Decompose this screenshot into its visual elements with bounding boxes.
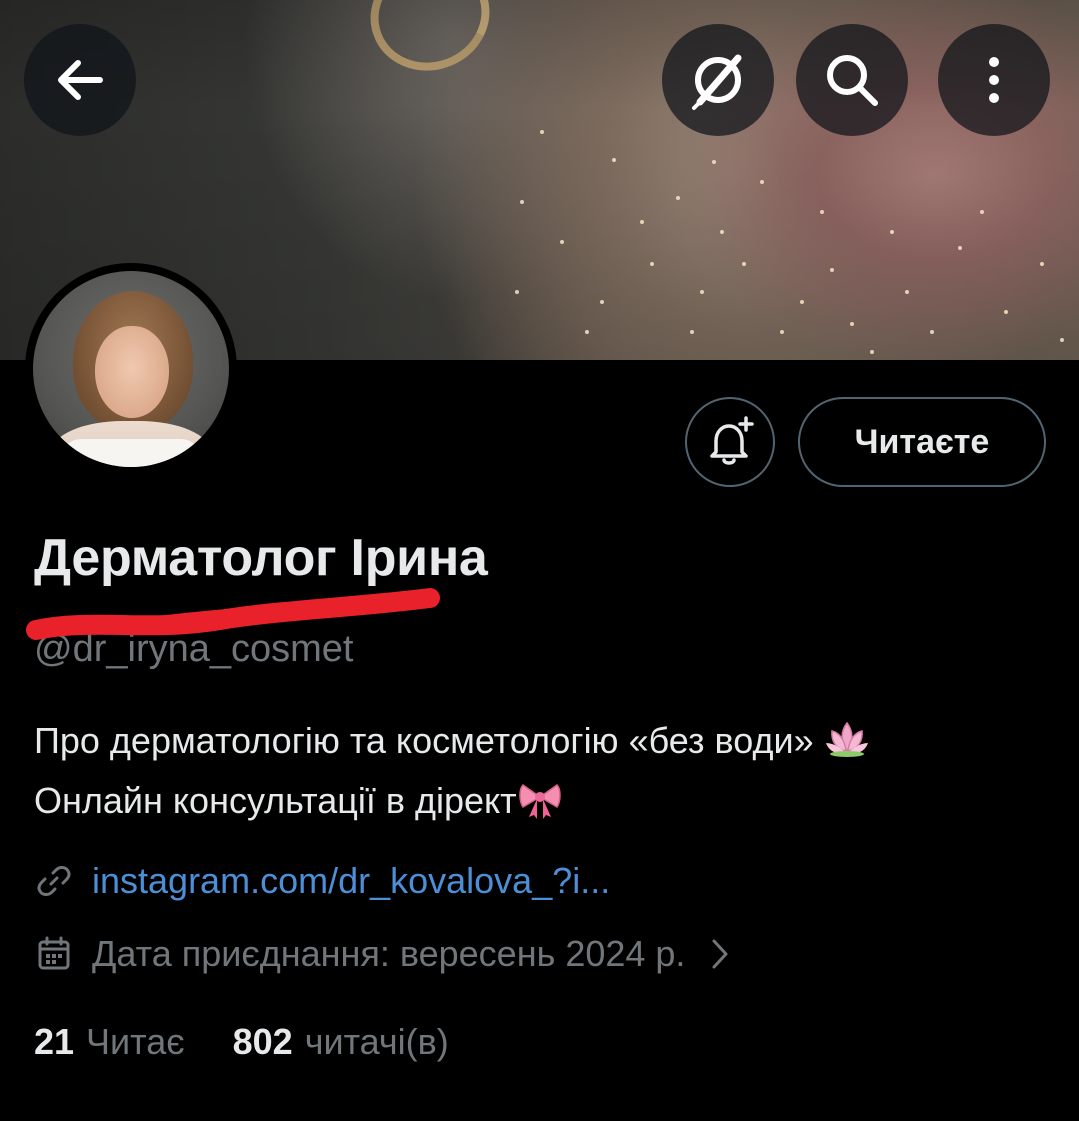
followers-label: читачі(в) [304,1021,449,1062]
website-link-row: instagram.com/dr_kovalova_?i... [34,860,610,902]
notifications-button[interactable] [685,397,775,487]
more-button[interactable] [938,24,1050,136]
join-date-row[interactable]: Дата приєднання: вересень 2024 р. [34,933,731,975]
ribbon-icon [517,779,563,834]
following-count: 21 [34,1021,75,1062]
avatar-photo [33,271,229,467]
calendar-icon [34,934,74,974]
chevron-right-icon [709,937,731,971]
profile-bio: Про дерматологію та косметологію «без во… [34,714,1044,834]
avatar[interactable] [25,263,237,475]
profile-page: Читаєте Дерматолог Ірина @dr_iryna_cosme… [0,0,1079,1121]
follow-stats: 21 Читає 802 читачі(в) [34,1021,449,1063]
website-link[interactable]: instagram.com/dr_kovalova_?i... [92,860,610,902]
more-vertical-icon [989,57,999,103]
bell-plus-icon [710,416,754,465]
join-date: Дата приєднання: вересень 2024 р. [92,933,686,974]
lotus-icon [824,719,870,774]
display-name: Дерматолог Ірина [34,529,488,587]
following-stat[interactable]: 21 Читає [34,1021,185,1063]
arrow-left-icon [58,60,103,100]
bio-line-1: Про дерматологію та косметологію «без во… [34,720,814,761]
bio-line-2: Онлайн консультації в дірект [34,780,517,821]
grok-icon [692,54,742,110]
redaction-scribble [26,588,440,640]
search-button[interactable] [796,24,908,136]
back-button[interactable] [24,24,136,136]
link-icon [34,861,74,901]
followers-stat[interactable]: 802 читачі(в) [233,1021,449,1063]
following-label: Читає [86,1021,185,1062]
search-icon [827,55,878,106]
followers-count: 802 [232,1021,293,1062]
following-button[interactable]: Читаєте [798,397,1046,487]
grok-button[interactable] [662,24,774,136]
